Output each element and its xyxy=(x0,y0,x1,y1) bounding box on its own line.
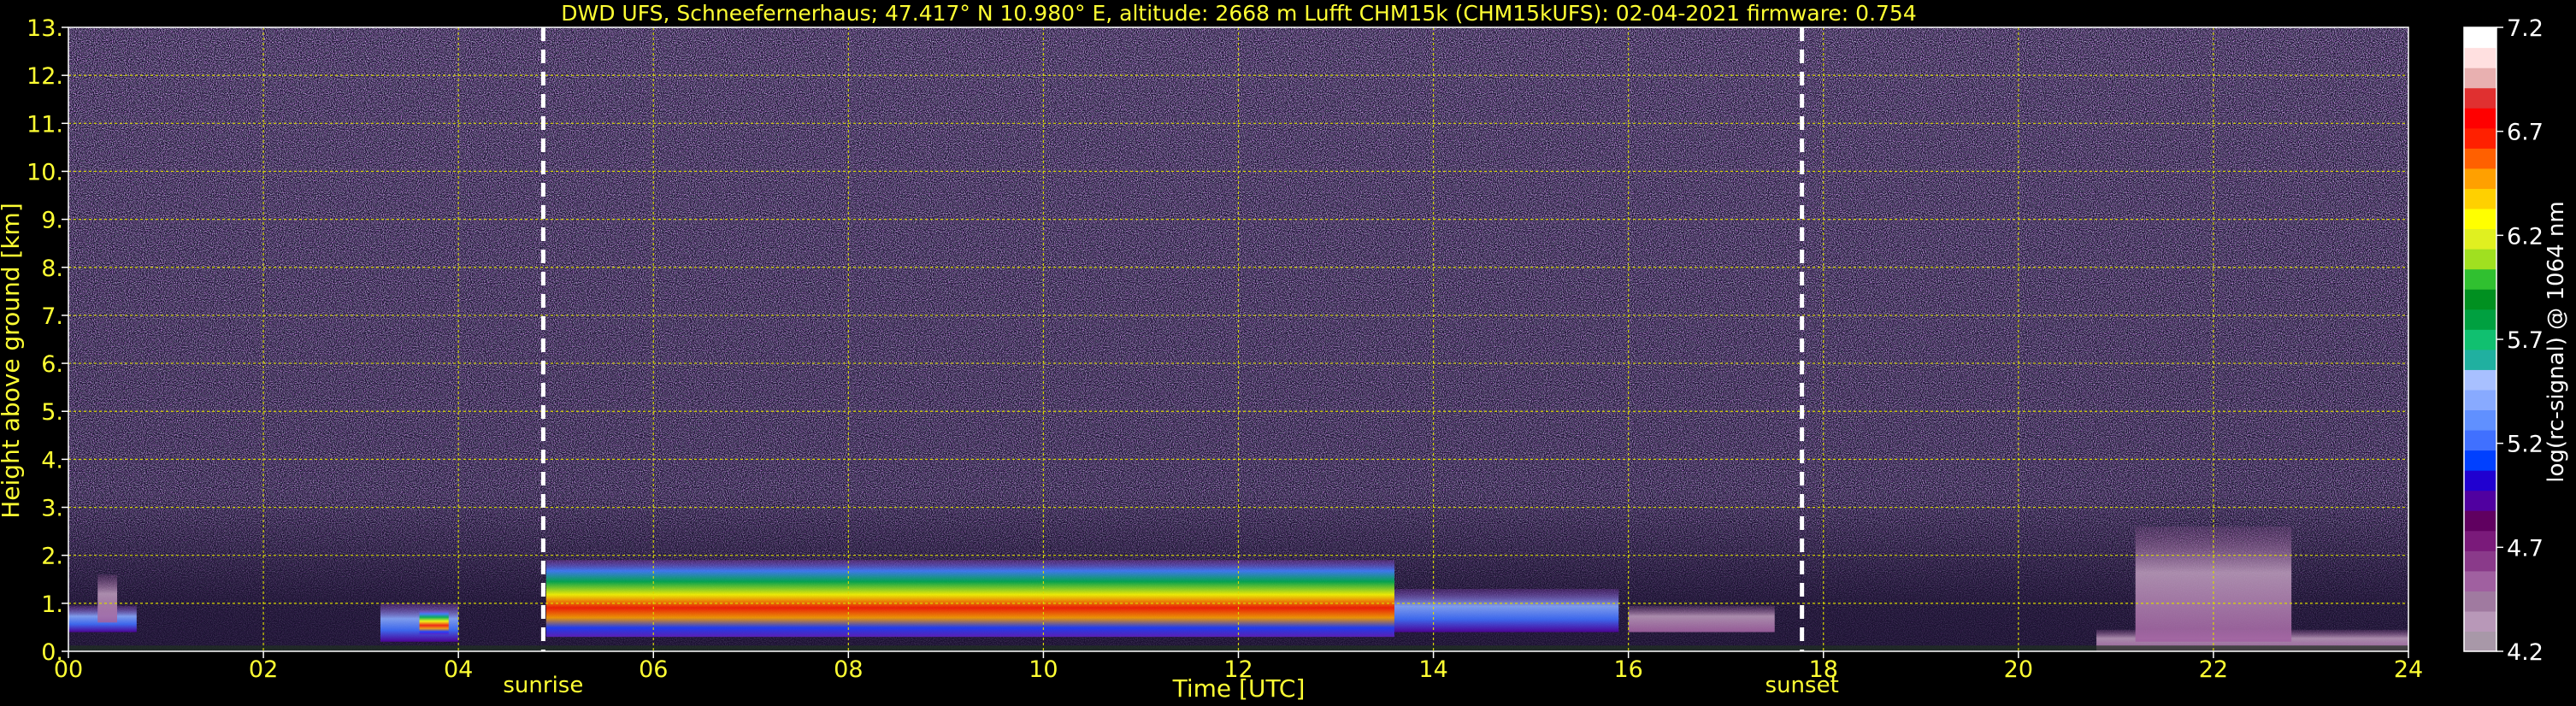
colorbar-segments xyxy=(2464,27,2496,652)
colorbar-segment xyxy=(2464,329,2496,350)
sunset-label: sunset xyxy=(1765,673,1839,698)
colorbar-tick-label: 5.2 xyxy=(2507,432,2544,458)
y-tick-label: 4. xyxy=(41,447,63,474)
y-axis-label: Height above ground [km] xyxy=(0,203,25,519)
colorbar-segment xyxy=(2464,68,2496,89)
cloud-layer xyxy=(1394,589,1619,632)
colorbar-segment xyxy=(2464,530,2496,551)
y-tick-label: 6. xyxy=(41,351,63,378)
y-tick-label: 12. xyxy=(27,63,63,90)
colorbar-segment xyxy=(2464,148,2496,169)
colorbar-label: log(rc-signal) @ 1064 nm xyxy=(2544,201,2569,482)
x-tick-label: 24 xyxy=(2394,656,2423,683)
x-tick-label: 08 xyxy=(834,656,863,683)
x-tick-label: 16 xyxy=(1613,656,1642,683)
colorbar-segment xyxy=(2464,389,2496,411)
colorbar-segment xyxy=(2464,108,2496,129)
y-tick-label: 3. xyxy=(41,496,63,522)
x-axis-label: Time [UTC] xyxy=(1172,674,1306,703)
colorbar-tick-label: 7.2 xyxy=(2507,15,2544,42)
colorbar-segment xyxy=(2464,450,2496,471)
colorbar-ticks: 4.2 4.7 5.2 5.7 6.2 6.7 7.2 xyxy=(2496,15,2544,666)
cloud-layer xyxy=(97,574,118,623)
colorbar-tick-label: 4.2 xyxy=(2507,639,2544,666)
sunrise-label: sunrise xyxy=(503,673,583,698)
y-tick-label: 0. xyxy=(41,639,63,666)
colorbar-segment xyxy=(2464,208,2496,230)
y-tick-label: 1. xyxy=(41,591,63,618)
plot-area xyxy=(68,26,2409,652)
colorbar-segment xyxy=(2464,309,2496,330)
y-axis-ticks: 0. 1. 2. 3. 4. 5. 6. 7. 8. 9. 10. 11. 12. 13. xyxy=(27,15,68,666)
colorbar-segment xyxy=(2464,570,2496,591)
colorbar-segment xyxy=(2464,490,2496,511)
colorbar-segment xyxy=(2464,550,2496,572)
x-tick-label: 04 xyxy=(444,656,473,683)
colorbar-tick-label: 4.7 xyxy=(2507,535,2544,562)
colorbar-segment xyxy=(2464,27,2496,49)
colorbar-segment xyxy=(2464,429,2496,451)
colorbar-segment xyxy=(2464,127,2496,149)
y-tick-label: 10. xyxy=(27,159,63,185)
colorbar-segment xyxy=(2464,510,2496,532)
y-tick-label: 13. xyxy=(27,15,63,42)
y-tick-label: 8. xyxy=(41,256,63,282)
colorbar-tick-label: 6.2 xyxy=(2507,223,2544,250)
y-tick-label: 5. xyxy=(41,399,63,426)
colorbar-segment xyxy=(2464,610,2496,632)
y-tick-label: 11. xyxy=(27,111,63,138)
colorbar-segment xyxy=(2464,631,2496,652)
cloud-layer xyxy=(419,610,449,635)
y-tick-label: 9. xyxy=(41,208,63,234)
colorbar-segment xyxy=(2464,349,2496,370)
colorbar-segment xyxy=(2464,47,2496,68)
x-tick-label: 20 xyxy=(2004,656,2033,683)
cloud-layer xyxy=(545,560,1394,638)
chart-title: DWD UFS, Schneefernerhaus; 47.417° N 10.… xyxy=(561,1,1917,26)
x-tick-label: 22 xyxy=(2199,656,2228,683)
colorbar-segment xyxy=(2464,289,2496,310)
x-tick-label: 06 xyxy=(639,656,668,683)
x-tick-label: 02 xyxy=(249,656,278,683)
colorbar-segment xyxy=(2464,249,2496,270)
colorbar-segment xyxy=(2464,168,2496,189)
colorbar: 4.2 4.7 5.2 5.7 6.2 6.7 7.2 log(rc-signal) @ 1… xyxy=(2463,15,2569,666)
colorbar-tick-label: 5.7 xyxy=(2507,327,2544,354)
colorbar-tick-label: 6.7 xyxy=(2507,120,2544,146)
cloud-layer xyxy=(1628,605,1775,632)
x-tick-label: 10 xyxy=(1029,656,1058,683)
x-tick-label: 14 xyxy=(1418,656,1447,683)
colorbar-segment xyxy=(2464,470,2496,491)
colorbar-segment xyxy=(2464,591,2496,612)
colorbar-segment xyxy=(2464,228,2496,250)
lidar-ceilometer-chart: 00 02 04 06 08 10 12 14 16 18 20 22 24 0.1.2.3.4.5.6… xyxy=(0,1,2569,703)
colorbar-segment xyxy=(2464,369,2496,391)
y-tick-label: 7. xyxy=(41,303,63,330)
y-tick-label: 2. xyxy=(41,544,63,570)
colorbar-segment xyxy=(2464,188,2496,209)
colorbar-segment xyxy=(2464,87,2496,109)
colorbar-segment xyxy=(2464,409,2496,431)
colorbar-segment xyxy=(2464,268,2496,290)
